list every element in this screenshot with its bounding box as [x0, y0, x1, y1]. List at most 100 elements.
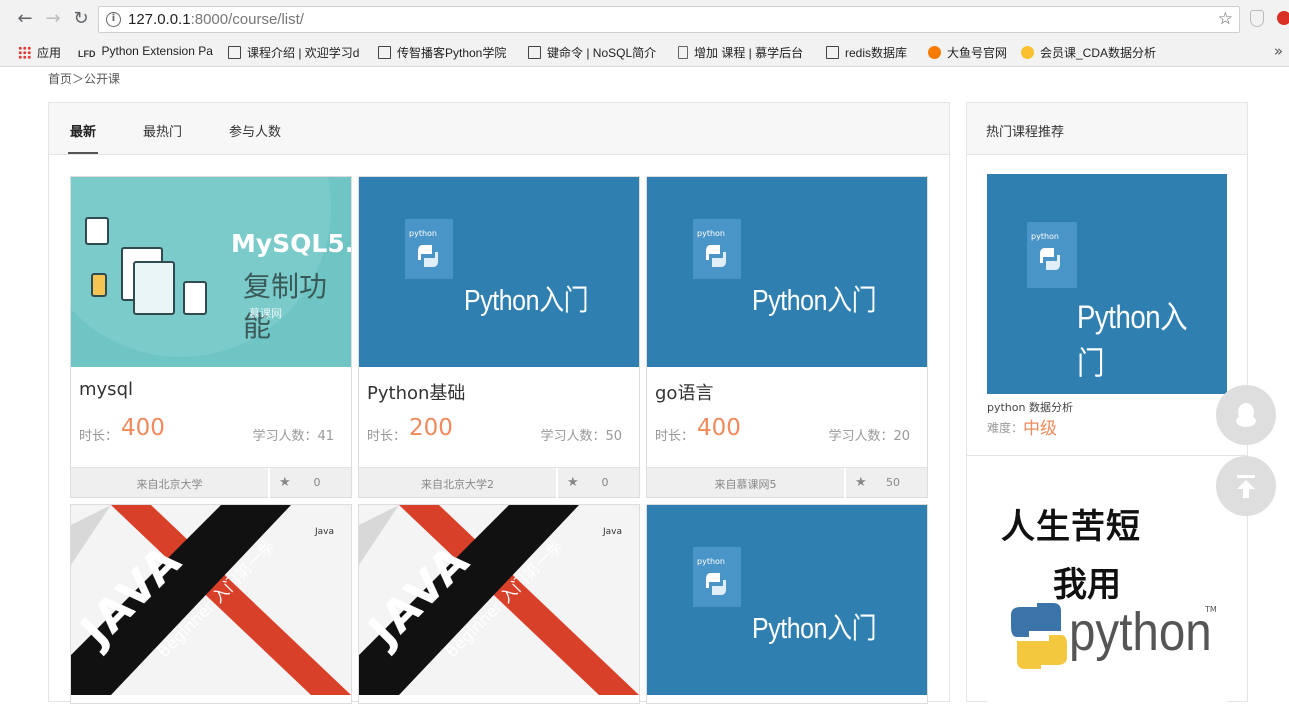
bookmark-star-icon[interactable]: ☆	[1218, 9, 1233, 29]
card-footer: 来自北京大学2 ★ 0	[359, 467, 639, 498]
back-arrow-icon[interactable]: ←	[14, 8, 36, 30]
python-wordmark: python	[1069, 602, 1212, 662]
qq-chat-button[interactable]	[1216, 385, 1276, 445]
python-logo-icon	[706, 245, 726, 267]
thumb-title: Python入门	[464, 285, 589, 317]
book-icon	[528, 46, 541, 59]
course-thumbnail[interactable]: python Python入门	[647, 505, 927, 695]
lfd-icon: LFD	[78, 49, 96, 59]
course-card[interactable]: MySQL5.7 复制功能 慕课网 mysql 时长： 400 学习人数：41 …	[70, 176, 352, 498]
reload-icon[interactable]: ↻	[70, 8, 92, 30]
adblock-extension-icon[interactable]	[1277, 11, 1289, 25]
book-icon	[378, 46, 391, 59]
url-text[interactable]: 127.0.0.1:8000/course/list/	[128, 11, 304, 28]
back-to-top-button[interactable]	[1216, 456, 1276, 516]
duration-label: 时长：	[367, 429, 407, 444]
difficulty-label: 难度：	[987, 421, 1024, 435]
course-thumbnail[interactable]: JAVA Beginner 入门第一季 Java	[359, 505, 639, 695]
slogan-line2: 我用	[1053, 565, 1121, 605]
duration-value: 400	[121, 415, 165, 441]
duration-value: 200	[409, 415, 453, 441]
site-info-icon[interactable]: i	[106, 12, 121, 27]
doc-icon	[678, 46, 688, 59]
duration-label: 时长：	[655, 429, 695, 444]
trademark-mark: TM	[1205, 605, 1217, 614]
bookmark-course-intro[interactable]: 课程介绍 | 欢迎学习d	[228, 44, 368, 61]
bookmark-apps[interactable]: 应用	[18, 44, 61, 61]
sidebar-title: 热门课程推荐	[986, 125, 1065, 140]
python-logo-tile: python	[405, 219, 453, 279]
shield-extension-icon[interactable]	[1250, 10, 1264, 27]
student-count: 学习人数：50	[540, 429, 622, 444]
card-footer: 来自慕课网5 ★ 50	[647, 467, 927, 498]
course-thumbnail[interactable]: MySQL5.7 复制功能 慕课网	[71, 177, 351, 367]
python-logo-tile: python	[693, 219, 741, 279]
star-icon[interactable]: ★	[279, 475, 291, 490]
difficulty-value: 中级	[1023, 419, 1057, 439]
student-count: 学习人数：41	[252, 429, 334, 444]
sort-tabs: 最新 最热门 参与人数	[49, 103, 949, 155]
book-icon	[826, 46, 839, 59]
forward-arrow-icon[interactable]: →	[42, 8, 64, 30]
course-card[interactable]: JAVA Beginner 入门第一季 Java	[70, 504, 352, 704]
course-name[interactable]: go语言	[655, 379, 713, 405]
course-thumbnail[interactable]: JAVA Beginner 入门第一季 Java	[71, 505, 351, 695]
python-logo-icon	[706, 573, 726, 595]
penguin-icon	[1236, 403, 1256, 427]
recommended-course-thumbnail[interactable]: python Python入门	[987, 174, 1227, 394]
hot-courses-sidebar: 热门课程推荐 python Python入门 python 数据分析 难度： 中…	[966, 102, 1248, 705]
star-icon[interactable]: ★	[567, 475, 579, 490]
tab-participants[interactable]: 参与人数	[229, 121, 281, 140]
recommended-course-name[interactable]: python 数据分析	[987, 399, 1073, 415]
java-logo-icon: Java	[315, 527, 335, 537]
course-name[interactable]: mysql	[79, 379, 133, 400]
bookmark-itcast-python[interactable]: 传智播客Python学院	[378, 44, 518, 61]
fav-count: 0	[601, 476, 609, 489]
bookmark-add-course[interactable]: 增加 课程 | 慕学后台	[678, 44, 818, 61]
tab-newest[interactable]: 最新	[67, 121, 99, 154]
student-count: 学习人数：20	[828, 429, 910, 444]
python-logo-icon	[1011, 603, 1067, 669]
course-card[interactable]: python Python入门	[646, 504, 928, 704]
python-logo-icon	[418, 245, 438, 267]
python-logo-icon	[1040, 248, 1060, 270]
course-thumbnail[interactable]: python Python入门	[359, 177, 639, 367]
course-card[interactable]: JAVA Beginner 入门第一季 Java	[358, 504, 640, 704]
recommended-course-thumbnail[interactable]: 人生苦短 我用 python TM	[987, 475, 1227, 705]
thumb-title: MySQL5.7	[231, 229, 351, 258]
fish-icon	[928, 46, 941, 59]
bookmark-nosql[interactable]: 键命令 | NoSQL简介	[528, 44, 668, 61]
duration-label: 时长：	[79, 429, 119, 444]
address-bar[interactable]: i 127.0.0.1:8000/course/list/ ☆	[98, 6, 1240, 33]
star-icon[interactable]: ★	[855, 475, 867, 490]
arrow-up-icon	[1237, 475, 1255, 498]
course-org[interactable]: 来自北京大学2	[359, 476, 556, 492]
bookmarks-bar: 应用 LFD Python Extension Pa 课程介绍 | 欢迎学习d 传…	[0, 38, 1289, 67]
thumb-title: Python入门	[1077, 299, 1188, 381]
python-logo-tile: python	[693, 547, 741, 607]
card-footer: 来自北京大学 ★ 0	[71, 467, 351, 498]
browser-toolbar: ← → ↻ i 127.0.0.1:8000/course/list/ ☆	[0, 0, 1289, 38]
slogan-line1: 人生苦短	[1001, 507, 1141, 547]
fav-count: 50	[886, 476, 900, 489]
python-logo-tile: python	[1027, 222, 1077, 288]
thumb-watermark: 慕课网	[249, 307, 282, 320]
duration-value: 400	[697, 415, 741, 441]
course-card[interactable]: python Python入门 Python基础 时长： 200 学习人数：50…	[358, 176, 640, 498]
bookmark-cda[interactable]: 会员课_CDA数据分析	[1021, 44, 1161, 61]
course-thumbnail[interactable]: python Python入门	[647, 177, 927, 367]
bookmark-redis[interactable]: redis数据库	[826, 44, 926, 61]
bookmarks-more-icon[interactable]: »	[1274, 42, 1283, 60]
breadcrumb[interactable]: 首页＞公开课	[48, 70, 120, 87]
tab-hottest[interactable]: 最热门	[143, 121, 182, 140]
course-org[interactable]: 来自北京大学	[71, 476, 268, 492]
bookmark-dayu[interactable]: 大鱼号官网	[928, 44, 1028, 61]
bookmark-python-extension[interactable]: LFD Python Extension Pa	[78, 44, 218, 59]
thumb-title: Python入门	[752, 613, 877, 645]
course-name[interactable]: Python基础	[367, 379, 465, 405]
java-logo-icon: Java	[603, 527, 623, 537]
course-org[interactable]: 来自慕课网5	[647, 476, 844, 492]
course-card[interactable]: python Python入门 go语言 时长： 400 学习人数：20 来自慕…	[646, 176, 928, 498]
book-icon	[228, 46, 241, 59]
headset-icon	[1021, 46, 1034, 59]
